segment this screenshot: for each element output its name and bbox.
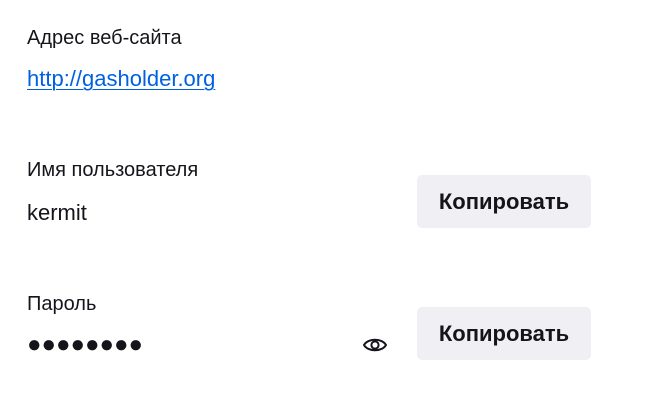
eye-icon — [363, 338, 387, 352]
password-masked-value: ●●●●●●●● — [27, 331, 143, 358]
copy-username-button[interactable]: Копировать — [417, 175, 591, 228]
website-url-link[interactable]: http://gasholder.org — [27, 66, 215, 92]
username-value: kermit — [27, 200, 87, 225]
show-password-button[interactable] — [358, 330, 392, 360]
username-label: Имя пользователя — [27, 159, 199, 181]
password-label: Пароль — [27, 293, 97, 315]
copy-password-button[interactable]: Копировать — [417, 307, 591, 360]
website-address-label: Адрес веб-сайта — [27, 27, 182, 49]
